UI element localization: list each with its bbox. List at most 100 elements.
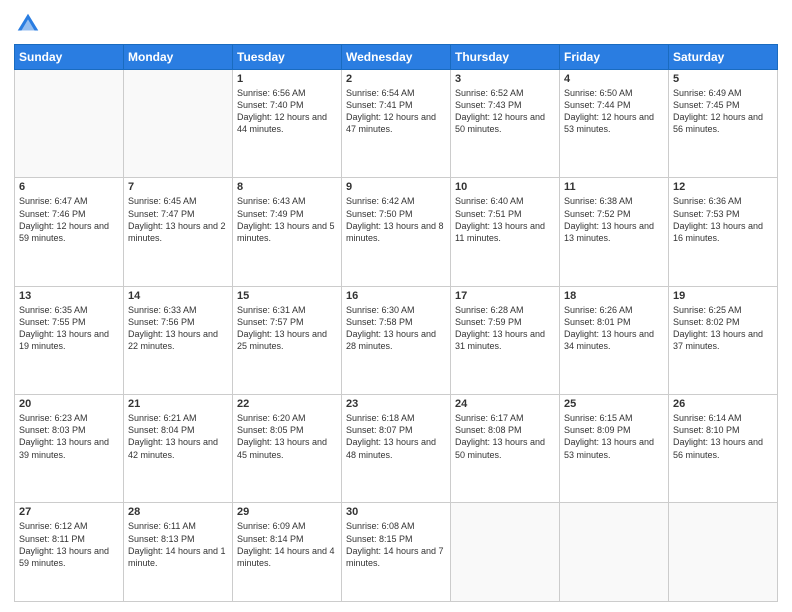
- calendar-cell: 28 Sunrise: 6:11 AM Sunset: 8:13 PM Dayli…: [124, 503, 233, 602]
- cell-info: Sunrise: 6:26 AM Sunset: 8:01 PM Dayligh…: [564, 304, 664, 353]
- weekday-header-sunday: Sunday: [15, 45, 124, 70]
- calendar-cell: 17 Sunrise: 6:28 AM Sunset: 7:59 PM Dayli…: [451, 286, 560, 394]
- calendar-cell: 13 Sunrise: 6:35 AM Sunset: 7:55 PM Dayli…: [15, 286, 124, 394]
- header: [14, 10, 778, 38]
- day-number: 14: [128, 290, 228, 302]
- calendar-cell: [15, 70, 124, 178]
- week-row-5: 27 Sunrise: 6:12 AM Sunset: 8:11 PM Dayli…: [15, 503, 778, 602]
- day-number: 6: [19, 181, 119, 193]
- calendar-cell: 14 Sunrise: 6:33 AM Sunset: 7:56 PM Dayli…: [124, 286, 233, 394]
- calendar-cell: 15Sunrise: 6:31 AM Sunset: 7:57 PM Dayli…: [233, 286, 342, 394]
- calendar-cell: 21 Sunrise: 6:21 AM Sunset: 8:04 PM Dayli…: [124, 395, 233, 503]
- weekday-header-thursday: Thursday: [451, 45, 560, 70]
- day-number: 30: [346, 506, 446, 518]
- calendar-cell: 10Sunrise: 6:40 AM Sunset: 7:51 PM Dayli…: [451, 178, 560, 286]
- day-number: 3: [455, 73, 555, 85]
- weekday-header-row: SundayMondayTuesdayWednesdayThursdayFrid…: [15, 45, 778, 70]
- cell-info: Sunrise: 6:11 AM Sunset: 8:13 PM Dayligh…: [128, 520, 228, 569]
- calendar-cell: 26Sunrise: 6:14 AM Sunset: 8:10 PM Dayli…: [669, 395, 778, 503]
- cell-info: Sunrise: 6:33 AM Sunset: 7:56 PM Dayligh…: [128, 304, 228, 353]
- day-number: 12: [673, 181, 773, 193]
- calendar-cell: 18 Sunrise: 6:26 AM Sunset: 8:01 PM Dayli…: [560, 286, 669, 394]
- day-number: 4: [564, 73, 664, 85]
- calendar-cell: 7Sunrise: 6:45 AM Sunset: 7:47 PM Daylig…: [124, 178, 233, 286]
- calendar-cell: 19 Sunrise: 6:25 AM Sunset: 8:02 PM Dayli…: [669, 286, 778, 394]
- day-number: 23: [346, 398, 446, 410]
- day-number: 18: [564, 290, 664, 302]
- day-number: 11: [564, 181, 664, 193]
- cell-info: Sunrise: 6:18 AM Sunset: 8:07 PM Dayligh…: [346, 412, 446, 461]
- cell-info: Sunrise: 6:43 AM Sunset: 7:49 PM Dayligh…: [237, 195, 337, 244]
- cell-info: Sunrise: 6:42 AM Sunset: 7:50 PM Dayligh…: [346, 195, 446, 244]
- day-number: 29: [237, 506, 337, 518]
- logo: [14, 10, 46, 38]
- calendar-cell: [124, 70, 233, 178]
- day-number: 16: [346, 290, 446, 302]
- day-number: 28: [128, 506, 228, 518]
- calendar-cell: 6 Sunrise: 6:47 AM Sunset: 7:46 PM Daylig…: [15, 178, 124, 286]
- cell-info: Sunrise: 6:49 AM Sunset: 7:45 PM Dayligh…: [673, 87, 773, 136]
- week-row-1: 1 Sunrise: 6:56 AM Sunset: 7:40 PM Daylig…: [15, 70, 778, 178]
- cell-info: Sunrise: 6:21 AM Sunset: 8:04 PM Dayligh…: [128, 412, 228, 461]
- calendar-cell: 4 Sunrise: 6:50 AM Sunset: 7:44 PM Daylig…: [560, 70, 669, 178]
- calendar-cell: 22Sunrise: 6:20 AM Sunset: 8:05 PM Dayli…: [233, 395, 342, 503]
- day-number: 24: [455, 398, 555, 410]
- cell-info: Sunrise: 6:54 AM Sunset: 7:41 PM Dayligh…: [346, 87, 446, 136]
- day-number: 15: [237, 290, 337, 302]
- calendar-cell: 16 Sunrise: 6:30 AM Sunset: 7:58 PM Dayli…: [342, 286, 451, 394]
- cell-info: Sunrise: 6:35 AM Sunset: 7:55 PM Dayligh…: [19, 304, 119, 353]
- cell-info: Sunrise: 6:23 AM Sunset: 8:03 PM Dayligh…: [19, 412, 119, 461]
- weekday-header-monday: Monday: [124, 45, 233, 70]
- day-number: 26: [673, 398, 773, 410]
- calendar-cell: 5 Sunrise: 6:49 AM Sunset: 7:45 PM Daylig…: [669, 70, 778, 178]
- day-number: 27: [19, 506, 119, 518]
- day-number: 9: [346, 181, 446, 193]
- calendar-cell: [560, 503, 669, 602]
- calendar-cell: 11Sunrise: 6:38 AM Sunset: 7:52 PM Dayli…: [560, 178, 669, 286]
- day-number: 17: [455, 290, 555, 302]
- cell-info: Sunrise: 6:28 AM Sunset: 7:59 PM Dayligh…: [455, 304, 555, 353]
- calendar-cell: [669, 503, 778, 602]
- calendar-cell: 8Sunrise: 6:43 AM Sunset: 7:49 PM Daylig…: [233, 178, 342, 286]
- cell-info: Sunrise: 6:45 AM Sunset: 7:47 PM Dayligh…: [128, 195, 228, 244]
- calendar-cell: 29 Sunrise: 6:09 AM Sunset: 8:14 PM Dayli…: [233, 503, 342, 602]
- page: SundayMondayTuesdayWednesdayThursdayFrid…: [0, 0, 792, 612]
- calendar-cell: 2 Sunrise: 6:54 AM Sunset: 7:41 PM Daylig…: [342, 70, 451, 178]
- calendar-cell: 23 Sunrise: 6:18 AM Sunset: 8:07 PM Dayli…: [342, 395, 451, 503]
- weekday-header-tuesday: Tuesday: [233, 45, 342, 70]
- calendar-cell: 24 Sunrise: 6:17 AM Sunset: 8:08 PM Dayli…: [451, 395, 560, 503]
- day-number: 25: [564, 398, 664, 410]
- cell-info: Sunrise: 6:09 AM Sunset: 8:14 PM Dayligh…: [237, 520, 337, 569]
- cell-info: Sunrise: 6:30 AM Sunset: 7:58 PM Dayligh…: [346, 304, 446, 353]
- week-row-4: 20 Sunrise: 6:23 AM Sunset: 8:03 PM Dayli…: [15, 395, 778, 503]
- cell-info: Sunrise: 6:50 AM Sunset: 7:44 PM Dayligh…: [564, 87, 664, 136]
- cell-info: Sunrise: 6:20 AM Sunset: 8:05 PM Dayligh…: [237, 412, 337, 461]
- day-number: 2: [346, 73, 446, 85]
- weekday-header-wednesday: Wednesday: [342, 45, 451, 70]
- day-number: 10: [455, 181, 555, 193]
- calendar-cell: 1 Sunrise: 6:56 AM Sunset: 7:40 PM Daylig…: [233, 70, 342, 178]
- cell-info: Sunrise: 6:17 AM Sunset: 8:08 PM Dayligh…: [455, 412, 555, 461]
- calendar-cell: 12 Sunrise: 6:36 AM Sunset: 7:53 PM Dayli…: [669, 178, 778, 286]
- calendar-cell: 27 Sunrise: 6:12 AM Sunset: 8:11 PM Dayli…: [15, 503, 124, 602]
- cell-info: Sunrise: 6:47 AM Sunset: 7:46 PM Dayligh…: [19, 195, 119, 244]
- day-number: 5: [673, 73, 773, 85]
- cell-info: Sunrise: 6:36 AM Sunset: 7:53 PM Dayligh…: [673, 195, 773, 244]
- cell-info: Sunrise: 6:15 AM Sunset: 8:09 PM Dayligh…: [564, 412, 664, 461]
- day-number: 1: [237, 73, 337, 85]
- cell-info: Sunrise: 6:25 AM Sunset: 8:02 PM Dayligh…: [673, 304, 773, 353]
- day-number: 13: [19, 290, 119, 302]
- calendar-cell: 30Sunrise: 6:08 AM Sunset: 8:15 PM Dayli…: [342, 503, 451, 602]
- cell-info: Sunrise: 6:56 AM Sunset: 7:40 PM Dayligh…: [237, 87, 337, 136]
- day-number: 21: [128, 398, 228, 410]
- cell-info: Sunrise: 6:12 AM Sunset: 8:11 PM Dayligh…: [19, 520, 119, 569]
- calendar-cell: 9 Sunrise: 6:42 AM Sunset: 7:50 PM Daylig…: [342, 178, 451, 286]
- week-row-3: 13 Sunrise: 6:35 AM Sunset: 7:55 PM Dayli…: [15, 286, 778, 394]
- cell-info: Sunrise: 6:52 AM Sunset: 7:43 PM Dayligh…: [455, 87, 555, 136]
- weekday-header-saturday: Saturday: [669, 45, 778, 70]
- day-number: 19: [673, 290, 773, 302]
- calendar-cell: [451, 503, 560, 602]
- logo-icon: [14, 10, 42, 38]
- day-number: 20: [19, 398, 119, 410]
- weekday-header-friday: Friday: [560, 45, 669, 70]
